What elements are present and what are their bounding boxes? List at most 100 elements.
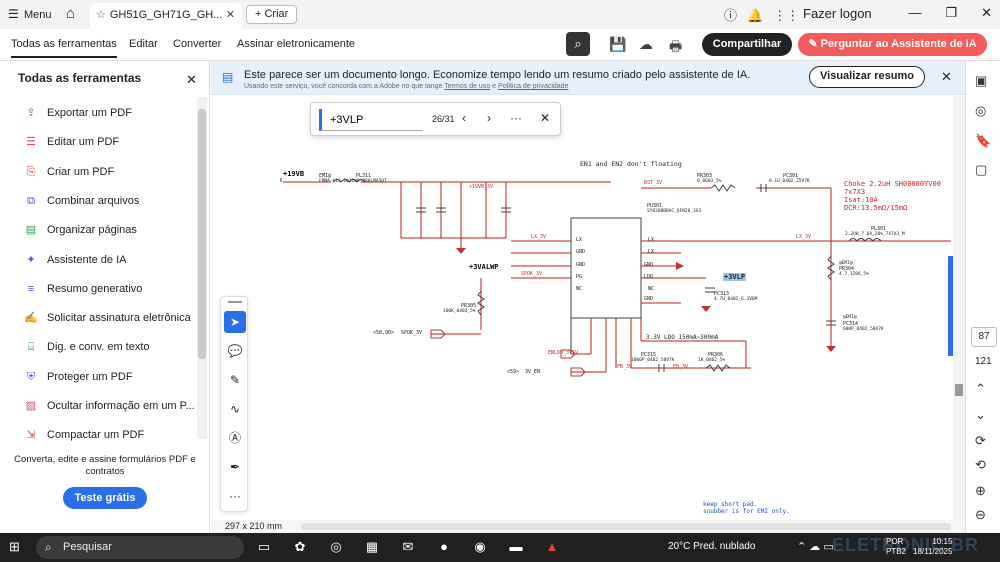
minimize-icon[interactable]: —	[908, 5, 921, 20]
menu-esign[interactable]: Assinar eletronicamente	[237, 38, 355, 50]
sign-icon[interactable]: ✒	[224, 456, 246, 478]
free-trial-button[interactable]: Teste grátis	[63, 487, 147, 509]
copilot-icon[interactable]: ✿	[290, 539, 310, 555]
terms-link[interactable]: Termos de uso	[444, 83, 490, 90]
ask-ai-assistant-button[interactable]: ✎ Perguntar ao Assistente de IA	[798, 33, 987, 56]
tool-item[interactable]: ▤ Organizar páginas	[24, 223, 137, 241]
sign-in-link[interactable]: Fazer logon	[803, 6, 872, 21]
task-view-icon[interactable]: ▭	[254, 539, 274, 555]
document-tab[interactable]: ☆ GH51G_GH71G_GH... ✕	[90, 3, 242, 29]
edge-browser-icon[interactable]: ◎	[326, 539, 346, 555]
tool-item[interactable]: ✍ Solicitar assinatura eletrônica	[24, 311, 191, 329]
privacy-link[interactable]: Política de privacidade	[498, 83, 568, 90]
pages-icon[interactable]: ▢	[975, 162, 987, 178]
search-icon[interactable]: ⌕	[566, 32, 590, 56]
system-tray-icons[interactable]: ⌃ ☁ ▭	[797, 540, 834, 553]
highlight-pen-icon[interactable]: ✎	[224, 369, 246, 391]
menu-convert[interactable]: Converter	[173, 38, 221, 50]
window-close-icon[interactable]: ✕	[981, 5, 992, 20]
current-page-input[interactable]: 87	[971, 327, 997, 347]
page-up-icon[interactable]: ⌃	[975, 381, 986, 397]
redact-icon: ▨	[25, 400, 37, 412]
hamburger-icon: ☰	[8, 7, 19, 21]
panel-scrollbar[interactable]	[197, 97, 207, 439]
document-vertical-scrollbar[interactable]	[953, 96, 965, 520]
more-tools-icon[interactable]: ···	[224, 485, 246, 507]
camera-icon[interactable]: ◉	[470, 539, 490, 555]
print-icon[interactable]: 🖶	[669, 36, 682, 60]
panel-scrollbar-thumb[interactable]	[198, 109, 206, 359]
close-tab-icon[interactable]: ✕	[226, 8, 235, 21]
find-bar: 26/31 ‹ › ··· ✕	[310, 102, 561, 136]
bottom-note-1: keep short pad.	[703, 501, 758, 508]
draw-freehand-icon[interactable]: ∿	[224, 398, 246, 420]
file-explorer-icon[interactable]: ▬	[506, 539, 526, 554]
menu-all-tools[interactable]: Todas as ferramentas	[11, 38, 117, 58]
menu-button[interactable]: ☰ Menu	[8, 7, 52, 21]
save-icon[interactable]: 💾	[609, 36, 626, 53]
select-cursor-icon[interactable]: ➤	[224, 311, 246, 333]
find-next-icon[interactable]: ›	[487, 111, 491, 125]
schematic-note-top: EN1 and EN2 don't floating	[580, 160, 682, 168]
tool-item-label: Exportar um PDF	[47, 106, 132, 119]
input-language[interactable]: POR PTB2	[886, 537, 906, 557]
ai-summary-banner: ▤ Este parece ser um documento longo. Ec…	[211, 61, 965, 95]
taskbar-search-placeholder: Pesquisar	[63, 541, 112, 553]
menu-edit[interactable]: Editar	[129, 38, 158, 50]
upload-cloud-icon[interactable]: ☁	[639, 36, 653, 53]
tool-item-label: Editar um PDF	[47, 136, 120, 149]
tool-item[interactable]: ⎘ Criar um PDF	[24, 165, 115, 183]
view-summary-button[interactable]: Visualizar resumo	[809, 66, 925, 88]
restore-icon[interactable]: ❐	[945, 5, 957, 20]
help-icon[interactable]: ⓘ	[724, 8, 737, 23]
apps-grid-icon[interactable]: ⋮⋮	[773, 8, 799, 23]
add-text-icon[interactable]: Ⓐ	[224, 427, 246, 449]
taskbar-search[interactable]: ⌕ Pesquisar	[36, 536, 244, 559]
zoom-in-icon[interactable]: ⊕	[975, 483, 986, 499]
tool-item[interactable]: ▨ Ocultar informação em um P...	[24, 399, 195, 417]
notifications-icon[interactable]: 🔔	[747, 8, 763, 23]
firefox-icon[interactable]: ●	[434, 539, 454, 554]
tool-item[interactable]: ⌸ Dig. e conv. em texto	[24, 340, 150, 358]
tool-item[interactable]: ⛨ Proteger um PDF	[24, 370, 133, 388]
document-scroll-thumb[interactable]	[955, 384, 963, 396]
document-viewport[interactable]: EN1 and EN2 don't floating +19VB EMI@ PL…	[211, 96, 965, 520]
acrobat-icon[interactable]: ▲	[542, 539, 562, 554]
zoom-out-icon[interactable]: ⊖	[975, 507, 986, 523]
find-previous-icon[interactable]: ‹	[462, 111, 466, 125]
tool-item[interactable]: ⧉ Combinar arquivos	[24, 194, 139, 212]
find-input[interactable]	[319, 109, 423, 131]
mail-icon[interactable]: ✉	[398, 539, 418, 555]
new-tab-button[interactable]: + Criar	[246, 5, 298, 24]
ai-chat-icon[interactable]: ▣	[975, 73, 987, 89]
clock[interactable]: 10:15 18/11/2025	[913, 537, 952, 557]
comments-icon[interactable]: ◎	[975, 103, 986, 119]
tool-item[interactable]: ≡ Resumo generativo	[24, 282, 143, 300]
find-close-icon[interactable]: ✕	[540, 111, 550, 125]
close-banner-icon[interactable]: ✕	[941, 69, 952, 85]
rotate-icon[interactable]: ⟲	[975, 457, 986, 473]
share-button[interactable]: Compartilhar	[702, 33, 792, 56]
star-icon[interactable]: ☆	[96, 9, 106, 21]
tool-item-label: Compactar um PDF	[47, 429, 145, 442]
bookmarks-icon[interactable]: 🔖	[975, 133, 991, 149]
tool-item[interactable]: ✦ Assistente de IA	[24, 253, 126, 271]
find-more-options-icon[interactable]: ···	[510, 111, 522, 125]
comment-icon[interactable]: 💬	[224, 340, 246, 362]
home-icon[interactable]: ⌂	[66, 5, 75, 22]
store-icon[interactable]: ▦	[362, 539, 382, 555]
toolbar-grip[interactable]	[228, 301, 242, 303]
tool-item-label: Criar um PDF	[47, 165, 115, 178]
pin-gnd-1: GND	[576, 249, 586, 255]
weather-widget[interactable]: 20°C Pred. nublado	[668, 541, 755, 552]
pin-pg: PG	[576, 274, 583, 280]
sig-spok-ref: SPOK_3V	[401, 330, 423, 336]
windows-start-icon[interactable]: ⊞	[9, 539, 20, 555]
tool-item[interactable]: ⇲ Compactar um PDF	[24, 428, 144, 446]
close-panel-icon[interactable]: ✕	[186, 72, 197, 88]
tool-item[interactable]: ⇪ Exportar um PDF	[24, 106, 132, 124]
horizontal-scrollbar[interactable]	[301, 523, 951, 530]
page-down-icon[interactable]: ⌄	[975, 407, 986, 423]
tool-item[interactable]: ☰ Editar um PDF	[24, 135, 119, 153]
refresh-icon[interactable]: ⟳	[975, 433, 986, 449]
